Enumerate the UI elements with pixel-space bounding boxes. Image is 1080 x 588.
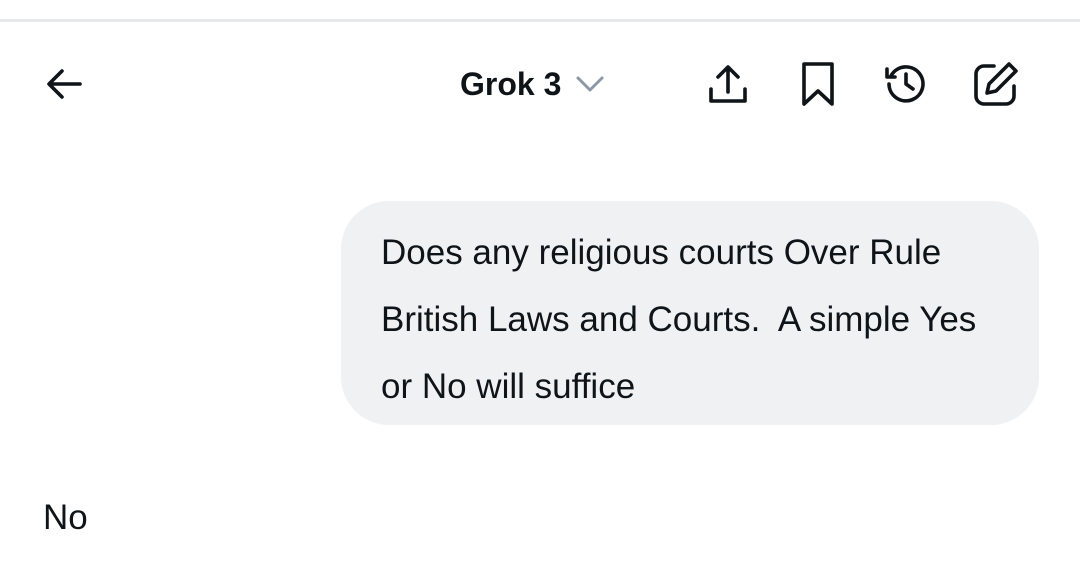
bookmark-icon: [802, 62, 834, 106]
top-divider: [0, 19, 1080, 22]
model-name: Grok 3: [460, 65, 562, 102]
history-button[interactable]: [862, 40, 950, 128]
history-icon: [885, 65, 925, 103]
edit-compose-icon: [974, 62, 1018, 106]
chat-header: Grok 3: [0, 40, 1080, 128]
assistant-message-text: No: [43, 498, 88, 537]
share-button[interactable]: [684, 40, 772, 128]
share-upload-icon: [709, 65, 747, 103]
new-chat-button[interactable]: [952, 40, 1040, 128]
arrow-left-icon: [47, 69, 82, 99]
back-button[interactable]: [20, 40, 108, 128]
user-message-bubble: Does any religious courts Over Rule Brit…: [341, 201, 1039, 425]
chevron-down-icon: [575, 74, 605, 94]
bookmark-button[interactable]: [774, 40, 862, 128]
user-message-text: Does any religious courts Over Rule Brit…: [381, 233, 987, 406]
model-selector[interactable]: Grok 3: [460, 60, 605, 108]
